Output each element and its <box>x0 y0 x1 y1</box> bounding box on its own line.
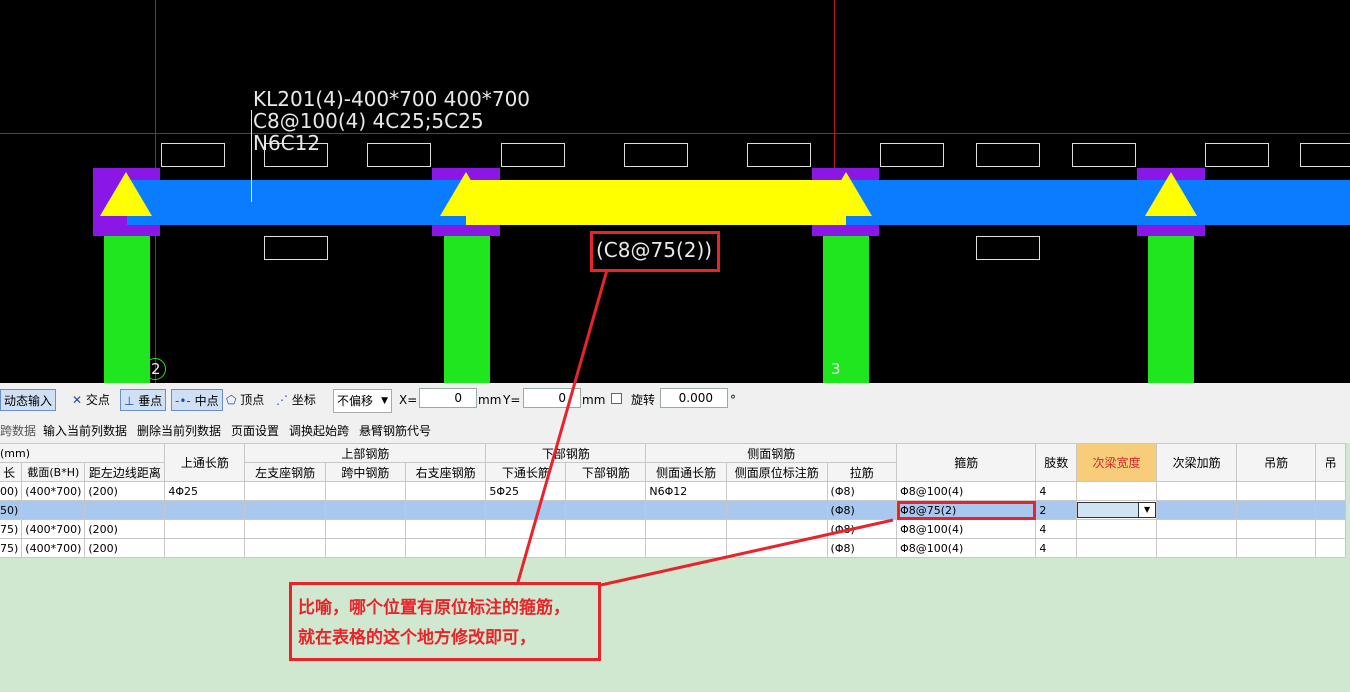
explanation-note: 比喻，哪个位置有原位标注的箍筋， 就在表格的这个地方修改即可， <box>289 582 601 661</box>
arrow-line-to-drawing <box>516 269 609 583</box>
note-line2: 就在表格的这个地方修改即可， <box>298 628 536 648</box>
arrow-line-to-table <box>600 518 894 587</box>
annotation-arrows <box>516 269 894 587</box>
note-line1: 比喻，哪个位置有原位标注的箍筋， <box>298 598 570 618</box>
